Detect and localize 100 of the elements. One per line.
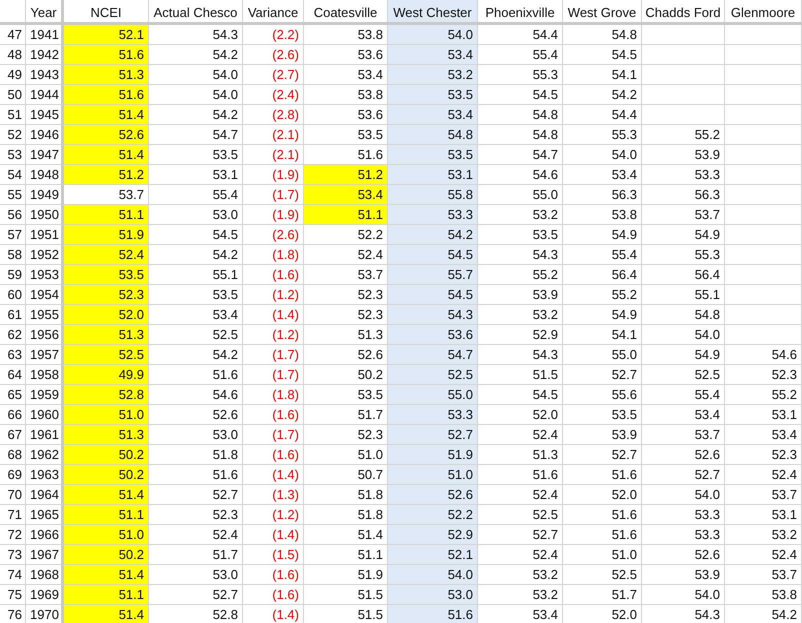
- table-cell: 52.3: [64, 285, 149, 305]
- table-cell: (1.8): [243, 385, 304, 405]
- table-cell: (1.6): [243, 565, 304, 585]
- table-cell: (1.2): [243, 325, 304, 345]
- table-cell: 53.5: [304, 385, 388, 405]
- table-cell: 51.0: [304, 445, 388, 465]
- table-cell: 51.4: [64, 105, 149, 125]
- table-cell: 55.2: [563, 285, 642, 305]
- table-cell: 52.1: [388, 545, 478, 565]
- table-cell: 1960: [26, 405, 64, 425]
- table-cell: 51.5: [478, 365, 563, 385]
- table-cell: 51.4: [64, 485, 149, 505]
- table-cell: 52.4: [478, 485, 563, 505]
- table-cell: (1.6): [243, 445, 304, 465]
- table-cell: (1.4): [243, 305, 304, 325]
- table-cell: 54.0: [642, 585, 725, 605]
- table-cell: 53.7: [725, 485, 802, 505]
- table-cell: 56.3: [642, 185, 725, 205]
- table-cell: 53.3: [388, 405, 478, 425]
- table-cell: 52.7: [478, 525, 563, 545]
- table-cell: 1943: [26, 65, 64, 85]
- table-cell: 1967: [26, 545, 64, 565]
- table-cell: 54.0: [149, 85, 243, 105]
- table-cell: 51.7: [149, 545, 243, 565]
- table-cell: 53.0: [388, 585, 478, 605]
- table-cell: 51.1: [64, 585, 149, 605]
- table-cell: 53.9: [642, 565, 725, 585]
- table-cell: 54.9: [563, 305, 642, 325]
- table-cell: 54.2: [388, 225, 478, 245]
- table-cell: 53.0: [149, 425, 243, 445]
- table-cell: 52.7: [388, 425, 478, 445]
- table-cell: 54.2: [563, 85, 642, 105]
- table-cell: 52.5: [388, 365, 478, 385]
- table-cell: (1.3): [243, 485, 304, 505]
- table-cell: 52.3: [725, 445, 802, 465]
- table-cell: 54.2: [149, 345, 243, 365]
- table-cell: 54.0: [642, 485, 725, 505]
- table-cell: 53.1: [725, 505, 802, 525]
- table-cell: 1951: [26, 225, 64, 245]
- table-cell: 54.5: [478, 385, 563, 405]
- table-cell: 1945: [26, 105, 64, 125]
- table-cell: 51.6: [388, 605, 478, 623]
- table-cell: 53.0: [149, 205, 243, 225]
- table-cell: 51.8: [304, 505, 388, 525]
- table-cell: 55.2: [725, 385, 802, 405]
- table-cell: 51.9: [304, 565, 388, 585]
- table-cell: 53.7: [642, 425, 725, 445]
- table-cell: 53.5: [478, 225, 563, 245]
- table-cell: 52.7: [563, 445, 642, 465]
- table-cell: 55.1: [149, 265, 243, 285]
- table-cell: 54.5: [478, 85, 563, 105]
- table-cell: 52.4: [725, 465, 802, 485]
- table-cell: 53.6: [304, 105, 388, 125]
- table-cell: 54.8: [478, 125, 563, 145]
- table-cell: 53.1: [725, 405, 802, 425]
- table-cell: 54.3: [478, 345, 563, 365]
- table-cell: 53.5: [563, 405, 642, 425]
- table-cell: (2.8): [243, 105, 304, 125]
- table-cell: 56.3: [563, 185, 642, 205]
- table-cell: 53.5: [64, 265, 149, 285]
- table-cell: 51.7: [563, 585, 642, 605]
- column-header[interactable]: West Chester: [388, 0, 478, 22]
- table-cell: 53.2: [388, 65, 478, 85]
- table-cell: (1.6): [243, 405, 304, 425]
- table-cell: 52.5: [64, 345, 149, 365]
- table-cell: 55.0: [478, 185, 563, 205]
- table-cell: 54.5: [388, 245, 478, 265]
- table-cell: 1968: [26, 565, 64, 585]
- table-cell: 1965: [26, 505, 64, 525]
- table-cell: 55.3: [563, 125, 642, 145]
- table-cell: 55.3: [642, 245, 725, 265]
- table-cell: 51.3: [64, 325, 149, 345]
- table-cell: 53.7: [642, 205, 725, 225]
- table-cell: 51.1: [304, 205, 388, 225]
- table-cell: 56.4: [642, 265, 725, 285]
- table-cell: 52.6: [304, 345, 388, 365]
- table-cell: 54.8: [642, 305, 725, 325]
- table-cell: 53.3: [642, 525, 725, 545]
- table-cell: 53.8: [725, 585, 802, 605]
- table-cell: 52.7: [642, 465, 725, 485]
- table-cell: 52.6: [388, 485, 478, 505]
- table-cell: 54.6: [478, 165, 563, 185]
- table-cell: 1969: [26, 585, 64, 605]
- table-cell: (1.7): [243, 345, 304, 365]
- table-cell: 54.4: [478, 25, 563, 45]
- table-cell: 51.3: [64, 425, 149, 445]
- table-cell: (1.7): [243, 365, 304, 385]
- table-cell: 54.5: [149, 225, 243, 245]
- table-cell: 51.6: [304, 145, 388, 165]
- table-cell: 55.6: [563, 385, 642, 405]
- table-cell: 52.7: [149, 485, 243, 505]
- table-cell: 1961: [26, 425, 64, 445]
- table-cell: 51.0: [388, 465, 478, 485]
- table-cell: 53.3: [388, 205, 478, 225]
- table-cell: 54.0: [149, 65, 243, 85]
- table-cell: (2.6): [243, 45, 304, 65]
- table-cell: 54.6: [149, 385, 243, 405]
- table-cell: 54.5: [388, 285, 478, 305]
- table-cell: 1955: [26, 305, 64, 325]
- table-cell: 1956: [26, 325, 64, 345]
